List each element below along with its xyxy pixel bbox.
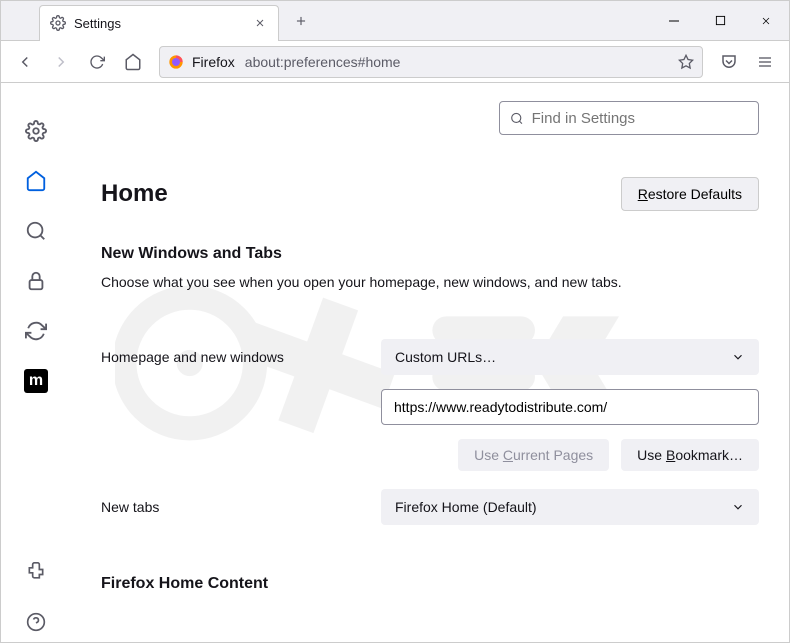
homepage-mode-select[interactable]: Custom URLs… (381, 339, 759, 375)
forward-button[interactable] (45, 46, 77, 78)
chevron-down-icon (731, 350, 745, 364)
tab-title: Settings (74, 16, 252, 31)
close-button[interactable] (743, 1, 789, 41)
restore-defaults-button[interactable]: Restore Defaults (621, 177, 759, 211)
home-button[interactable] (117, 46, 149, 78)
newtabs-label: New tabs (101, 499, 381, 515)
section-title-windows-tabs: New Windows and Tabs (101, 245, 759, 263)
browser-tab[interactable]: Settings (39, 5, 279, 41)
find-settings-search[interactable] (499, 101, 759, 135)
select-value: Custom URLs… (395, 349, 496, 365)
sidebar-item-privacy[interactable] (16, 261, 56, 301)
homepage-label: Homepage and new windows (101, 349, 381, 365)
sidebar-item-general[interactable] (16, 111, 56, 151)
reload-button[interactable] (81, 46, 113, 78)
use-bookmark-button[interactable]: Use Bookmark… (621, 439, 759, 471)
sidebar-item-home[interactable] (16, 161, 56, 201)
chevron-down-icon (731, 500, 745, 514)
sidebar-item-search[interactable] (16, 211, 56, 251)
url-bar[interactable]: Firefox about:preferences#home (159, 46, 703, 78)
mozilla-icon: m (24, 369, 48, 393)
bookmark-star-icon[interactable] (678, 54, 694, 70)
minimize-button[interactable] (651, 1, 697, 41)
sidebar-item-extensions[interactable] (16, 552, 56, 592)
page-title: Home (101, 180, 168, 208)
find-settings-input[interactable] (532, 110, 748, 127)
window-titlebar: Settings (1, 1, 789, 41)
maximize-button[interactable] (697, 1, 743, 41)
newtabs-select[interactable]: Firefox Home (Default) (381, 489, 759, 525)
section-title-firefox-home: Firefox Home Content (101, 575, 759, 593)
homepage-url-input[interactable] (381, 389, 759, 425)
search-icon (510, 111, 524, 126)
menu-button[interactable] (749, 46, 781, 78)
gear-icon (50, 15, 66, 31)
firefox-icon (168, 54, 184, 70)
sidebar-item-help[interactable] (16, 602, 56, 642)
url-identity-label: Firefox (192, 54, 235, 70)
settings-main: Home Restore Defaults New Windows and Ta… (71, 83, 789, 642)
browser-toolbar: Firefox about:preferences#home (1, 41, 789, 83)
use-current-pages-button[interactable]: Use Current Pages (458, 439, 609, 471)
sidebar-item-sync[interactable] (16, 311, 56, 351)
new-tab-button[interactable] (287, 7, 315, 35)
close-icon[interactable] (252, 15, 268, 31)
select-value: Firefox Home (Default) (395, 499, 537, 515)
sidebar-item-more[interactable]: m (16, 361, 56, 401)
window-controls (651, 1, 789, 41)
url-text: about:preferences#home (245, 54, 678, 70)
section-description: Choose what you see when you open your h… (101, 273, 759, 293)
settings-sidebar: m (1, 83, 71, 642)
back-button[interactable] (9, 46, 41, 78)
pocket-button[interactable] (713, 46, 745, 78)
